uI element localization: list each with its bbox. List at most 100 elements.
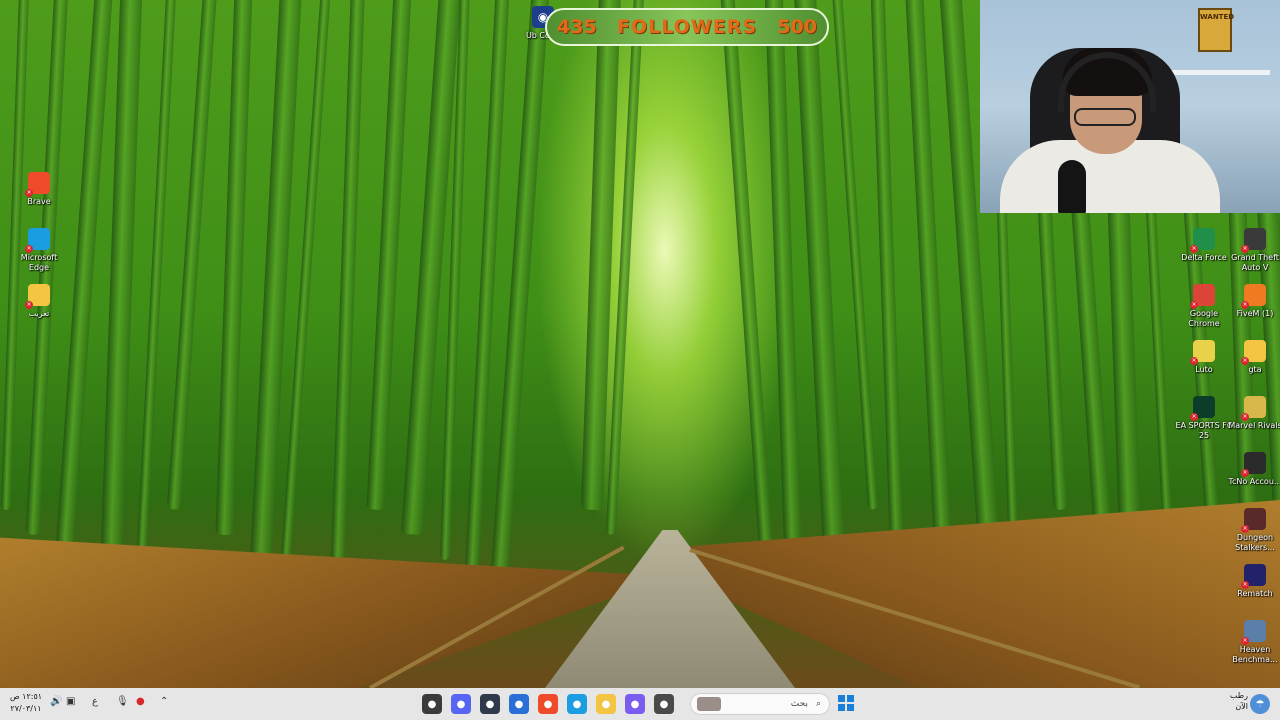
bamboo-stalk — [870, 0, 904, 536]
desktop-icon-label: Delta Force — [1181, 253, 1227, 262]
ea-fc-icon: × — [1190, 396, 1215, 421]
language-indicator[interactable]: ع — [92, 696, 98, 707]
search-placeholder: بحث — [790, 699, 808, 709]
rematch-icon: × — [1241, 564, 1266, 589]
gta-v-icon: × — [1241, 228, 1266, 253]
clock[interactable]: ١٢:٥١ ص ٢٧/٠٣/١١ — [8, 691, 44, 715]
glasses — [1074, 108, 1136, 126]
network-icon[interactable]: ▣ — [66, 696, 75, 707]
bamboo-stalk — [329, 0, 365, 611]
marvel-rivals-icon: × — [1241, 396, 1266, 421]
desktop-icon[interactable]: × Brave — [10, 172, 68, 207]
grass-left — [0, 537, 650, 688]
desktop-icon[interactable]: × Rematch — [1226, 564, 1280, 599]
edge-icon: × — [25, 228, 50, 253]
edge-icon[interactable]: ● — [567, 694, 587, 714]
clock-date: ٢٧/٠٣/١١ — [10, 704, 42, 713]
copilot-icon[interactable]: ● — [625, 694, 645, 714]
desktop-icon-label: EA SPORTS FC 25 — [1175, 421, 1233, 440]
webcam-overlay: WANTED — [980, 0, 1280, 213]
folder-icon: × — [1241, 340, 1266, 365]
search-icon: ⌕ — [815, 699, 821, 709]
file-explorer-icon[interactable]: ● — [596, 694, 616, 714]
desktop-icon-label: TcNo Accou... — [1228, 477, 1280, 486]
followers-current: 435 — [557, 16, 597, 38]
discord-icon[interactable]: ● — [451, 694, 471, 714]
error-badge-icon: × — [1241, 637, 1249, 645]
search-highlight-image — [697, 697, 721, 711]
desktop-icon[interactable]: × Grand Theft Auto V — [1226, 228, 1280, 273]
desktop-icon-label: Marvel Rivals — [1228, 421, 1280, 430]
error-badge-icon: × — [25, 189, 33, 197]
weather-sub: الآن — [1235, 702, 1248, 711]
desktop-icon[interactable]: × FiveM (1) — [1226, 284, 1280, 319]
bamboo-stalk — [133, 0, 177, 610]
recording-icon[interactable]: ● — [136, 696, 145, 707]
mic-icon[interactable]: 🎙 — [116, 696, 129, 707]
volume-icon[interactable]: 🔊 — [50, 696, 62, 707]
heaven-benchmark-icon: × — [1241, 620, 1266, 645]
desktop-icon[interactable]: × TcNo Accou... — [1226, 452, 1280, 487]
desktop-icon-label: gta — [1248, 365, 1262, 374]
obs-icon[interactable]: ● — [422, 694, 442, 714]
desktop-icon[interactable]: × Luto — [1175, 340, 1233, 375]
chevron-up-icon[interactable]: ⌃ — [160, 696, 168, 707]
bamboo-stalk — [720, 0, 774, 560]
error-badge-icon: × — [1241, 413, 1249, 421]
folder-icon: × — [25, 284, 50, 309]
desktop-icon[interactable]: × Heaven Benchma... — [1226, 620, 1280, 665]
desktop-icon-label: Google Chrome — [1188, 309, 1220, 328]
desktop-icon[interactable]: × Marvel Rivals — [1226, 396, 1280, 431]
error-badge-icon: × — [25, 245, 33, 253]
bamboo-stalk — [215, 0, 253, 536]
taskbar: ١٢:٥١ ص ٢٧/٠٣/١١ 🔊 ▣ ع 🎙 ● ⌃ ● ● ● ● ● ● ● ● ● ب… — [0, 688, 1280, 720]
tcno-icon: × — [1241, 452, 1266, 477]
error-badge-icon: × — [1190, 357, 1198, 365]
poster-text: WANTED — [1200, 13, 1235, 21]
delta-force-icon: × — [1190, 228, 1215, 253]
taskbar-search[interactable]: بحث ⌕ — [690, 693, 830, 715]
task-view-icon[interactable]: ● — [654, 694, 674, 714]
weather-icon: ☂ — [1250, 694, 1270, 714]
windows-start-icon[interactable] — [838, 695, 854, 711]
fivem-icon: × — [1241, 284, 1266, 309]
store-icon[interactable]: ● — [509, 694, 529, 714]
error-badge-icon: × — [1190, 301, 1198, 309]
desktop-icon[interactable]: × EA SPORTS FC 25 — [1175, 396, 1233, 441]
desktop-icon[interactable]: × gta — [1226, 340, 1280, 375]
follower-goal-bar: 435 FOLLOWERS 500 — [545, 8, 829, 46]
weather-widget[interactable]: رطب الآن — [1228, 690, 1248, 712]
desktop-icon-label: Grand Theft Auto V — [1231, 253, 1279, 272]
bamboo-stalk — [366, 0, 412, 511]
desktop-icon[interactable]: × Google Chrome — [1175, 284, 1233, 329]
desktop-icon[interactable]: × Delta Force — [1175, 228, 1233, 263]
followers-goal: 500 — [777, 16, 817, 38]
desktop-icon[interactable]: × Microsoft Edge — [10, 228, 68, 273]
desktop-icon[interactable]: × تعريب — [10, 284, 68, 319]
brave-icon: × — [25, 172, 50, 197]
error-badge-icon: × — [1241, 581, 1249, 589]
desktop-icon[interactable]: × Dungeon Stalkers... — [1226, 508, 1280, 553]
desktop-icon-label: Brave — [27, 197, 51, 206]
app-icon[interactable]: ● — [480, 694, 500, 714]
error-badge-icon: × — [1241, 525, 1249, 533]
wanted-poster: WANTED — [1198, 8, 1235, 52]
brave-icon[interactable]: ● — [538, 694, 558, 714]
followers-label: FOLLOWERS — [616, 16, 758, 38]
microphone — [1058, 160, 1086, 213]
luto-icon: × — [1190, 340, 1215, 365]
desktop-icon-label: Dungeon Stalkers... — [1235, 533, 1275, 552]
error-badge-icon: × — [1190, 413, 1198, 421]
bamboo-stalk — [764, 0, 804, 586]
weather-label: رطب — [1229, 691, 1248, 700]
bamboo-stalk — [166, 0, 218, 510]
desktop-icon-label: Luto — [1195, 365, 1213, 374]
desktop-icon-label: Rematch — [1237, 589, 1273, 598]
dungeon-stalkers-icon: × — [1241, 508, 1266, 533]
error-badge-icon: × — [1241, 301, 1249, 309]
desktop-icon-label: Heaven Benchma... — [1232, 645, 1278, 664]
desktop-icon-label: تعريب — [28, 309, 50, 318]
error-badge-icon: × — [1190, 245, 1198, 253]
desktop-icon-label: FiveM (1) — [1236, 309, 1274, 318]
desktop-icon-label: Microsoft Edge — [20, 253, 58, 272]
